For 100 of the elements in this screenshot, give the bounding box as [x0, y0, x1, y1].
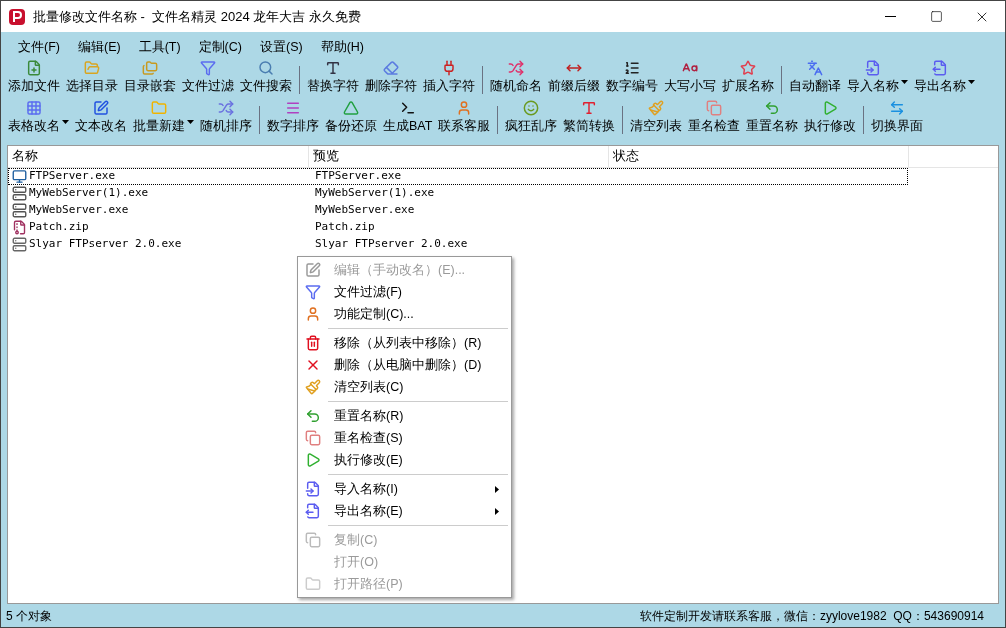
archive-icon: [12, 220, 27, 235]
server-icon: [12, 237, 27, 252]
toolbar-button[interactable]: 执行修改: [801, 100, 860, 140]
toolbar-button[interactable]: 大写小写: [661, 60, 719, 100]
triangle-icon: [343, 100, 359, 116]
context-menu-item[interactable]: 删除（从电脑中删除）(D): [298, 354, 511, 376]
terminal-icon: [399, 100, 416, 116]
play-icon: [822, 100, 839, 116]
face-icon: [523, 100, 540, 116]
brush-icon: [648, 100, 665, 116]
file-plus-icon: [26, 60, 42, 76]
file-row[interactable]: FTPServer.exe FTPServer.exe: [8, 168, 908, 185]
context-menu-item[interactable]: 文件过滤(F): [298, 281, 511, 303]
maximize-icon: [929, 10, 943, 23]
context-menu-item[interactable]: 重置名称(R): [298, 405, 511, 427]
toolbar-button[interactable]: 重置名称: [743, 100, 802, 140]
server-icon: [12, 186, 27, 201]
menu-item[interactable]: 定制(C): [189, 37, 251, 57]
toolbar-button[interactable]: 插入字符: [420, 60, 478, 100]
toolbar-button[interactable]: 文件搜索: [237, 60, 295, 100]
undo-icon: [764, 100, 781, 116]
trash-icon: [305, 335, 321, 351]
context-menu-item[interactable]: 清空列表(C): [298, 376, 511, 398]
computer-icon: [12, 169, 27, 184]
import-icon: [305, 481, 321, 497]
file-row[interactable]: Slyar FTPserver 2.0.exe Slyar FTPserver 2.0.exe: [8, 236, 908, 253]
context-menu-item[interactable]: 执行修改(E): [298, 449, 511, 471]
toolbar-button[interactable]: 随机排序: [197, 100, 255, 140]
edit-icon: [305, 262, 321, 278]
toolbar-button[interactable]: 批量新建: [130, 100, 197, 140]
context-menu-item[interactable]: 功能定制(C)...: [298, 303, 511, 325]
table-cell: Patch.zip: [29, 219, 89, 236]
toolbar-button[interactable]: 文件过滤: [179, 60, 237, 100]
swap-icon: [889, 100, 906, 116]
person-icon: [305, 306, 321, 322]
table-cell-text: MyWebServer.exe: [314, 202, 415, 219]
toolbar-button[interactable]: 前缀后缀: [545, 60, 603, 100]
plug-icon: [441, 60, 457, 76]
toolbar-button[interactable]: 清空列表: [627, 100, 686, 140]
menu-item[interactable]: 设置(S): [250, 37, 312, 57]
brush-icon: [305, 379, 321, 395]
app-logo-icon: [9, 8, 25, 25]
window-title: 批量修改文件名称 - 文件名精灵 2024 龙年大吉 永久免费: [33, 7, 361, 26]
file-row[interactable]: Patch.zip Patch.zip: [8, 219, 908, 236]
context-menu-item[interactable]: 导出名称(E): [298, 500, 511, 522]
folder-icon: [151, 100, 167, 116]
shuffle-icon: [218, 100, 234, 116]
search-icon: [258, 60, 274, 76]
toolbar-button[interactable]: 数字排序: [264, 100, 322, 140]
toolbar-button[interactable]: 扩展名称: [719, 60, 777, 100]
text-icon: [325, 60, 341, 76]
table-cell-text: FTPServer.exe: [314, 168, 402, 185]
context-menu-item[interactable]: 移除（从列表中移除）(R): [298, 332, 511, 354]
table-cell: FTPServer.exe: [29, 168, 116, 185]
table-cell-text: Patch.zip: [314, 219, 375, 236]
toolbar-button[interactable]: 导出名称: [911, 60, 978, 100]
toolbar-button[interactable]: 删除字符: [362, 60, 420, 100]
filter-icon: [305, 284, 321, 300]
status-text: 5 个对象: [6, 607, 52, 625]
toolbar-button[interactable]: 联系客服: [435, 100, 494, 140]
lines-icon: [285, 100, 301, 116]
toolbar-button[interactable]: 表格改名: [5, 100, 72, 140]
grid-icon: [26, 100, 42, 116]
folder-icon: [305, 576, 321, 592]
toolbar-button[interactable]: 替换字符: [304, 60, 362, 100]
context-menu-item[interactable]: 导入名称(I): [298, 478, 511, 500]
letter-icon: [581, 100, 598, 116]
file-row[interactable]: MyWebServer.exe MyWebServer.exe: [8, 202, 908, 219]
file-row[interactable]: MyWebServer(1).exe MyWebServer(1).exe: [8, 185, 908, 202]
toolbar-button[interactable]: 生成BAT: [380, 100, 436, 140]
close-icon: [305, 357, 321, 373]
toolbar-button[interactable]: 备份还原: [322, 100, 380, 140]
edit-icon: [93, 100, 109, 116]
toolbar-button[interactable]: 数字编号: [603, 60, 661, 100]
toolbar-button[interactable]: 目录嵌套: [121, 60, 179, 100]
column-header[interactable]: 状态: [609, 146, 909, 167]
numbered-list-icon: [624, 60, 640, 76]
folder-icon: [84, 60, 100, 76]
filter-icon: [200, 60, 216, 76]
menu-item[interactable]: 文件(F): [9, 37, 69, 57]
menu-item[interactable]: 工具(T): [129, 37, 190, 57]
toolbar-button[interactable]: 文本改名: [72, 100, 130, 140]
column-header[interactable]: 预览: [309, 146, 609, 167]
toolbar-button[interactable]: 自动翻译: [786, 60, 844, 100]
menu-item[interactable]: 编辑(E): [68, 37, 130, 57]
context-menu-item[interactable]: 重名检查(S): [298, 427, 511, 449]
toolbar-button[interactable]: 繁简转换: [560, 100, 619, 140]
import-icon: [865, 60, 881, 76]
toolbar-button[interactable]: 添加文件: [5, 60, 63, 100]
toolbar-button[interactable]: 随机命名: [487, 60, 545, 100]
toolbar-button[interactable]: 选择目录: [63, 60, 121, 100]
toolbar-button[interactable]: 重名检查: [685, 100, 744, 140]
column-header[interactable]: 名称: [8, 146, 309, 167]
table-cell-text: Slyar FTPserver 2.0.exe: [314, 236, 468, 253]
translate-icon: [807, 60, 823, 76]
export-icon: [932, 60, 948, 76]
menu-item[interactable]: 帮助(H): [311, 37, 373, 57]
toolbar-button[interactable]: 切换界面: [868, 100, 927, 140]
toolbar-button[interactable]: 导入名称: [844, 60, 911, 100]
toolbar-button[interactable]: 疯狂乱序: [502, 100, 561, 140]
